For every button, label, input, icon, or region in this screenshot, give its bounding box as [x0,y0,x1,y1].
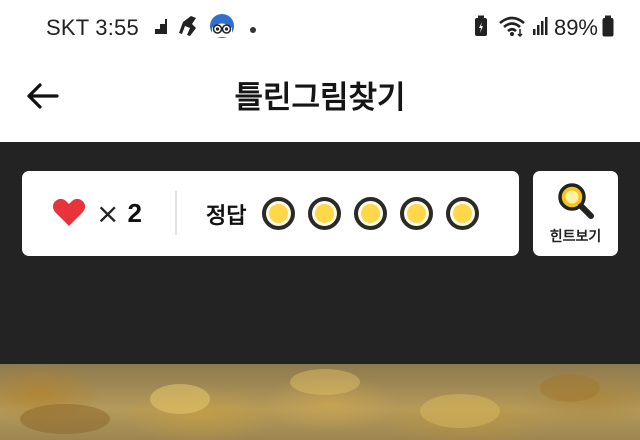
answer-slot [446,197,480,230]
divider [175,191,177,235]
answer-slot [400,197,434,230]
status-left: SKT 3:55 [46,14,257,42]
owl-app-icon [209,13,235,43]
leaf-decoration [420,394,500,428]
heart-icon [52,197,86,231]
magnifier-icon [555,181,597,227]
hint-button[interactable]: 힌트보기 [533,171,618,256]
battery-percent: 89% [553,15,598,40]
battery-icon [602,15,614,41]
stairs-icon [149,17,167,39]
answer-slot [354,197,388,230]
lives-counter: × 2 [52,171,142,256]
leaf-decoration [150,384,210,414]
leaf-decoration [20,404,110,434]
status-carrier-time: SKT 3:55 [46,15,139,40]
status-bar: SKT 3:55 89% [0,0,640,56]
puzzle-image[interactable] [0,364,640,440]
answer-slot [308,197,342,230]
lives-count: 2 [127,198,142,228]
wifi-icon [498,15,526,41]
answer-slot [262,197,296,230]
leaf-decoration [290,369,360,395]
leaf-decoration [540,374,600,402]
dot-icon [249,19,257,38]
runner-icon [177,14,199,42]
score-card: × 2 정답 [22,171,519,256]
answers-label: 정답 [206,203,247,229]
signal-icon [532,16,548,40]
hint-label: 힌트보기 [549,229,602,245]
battery-saver-icon [474,15,488,41]
lives-multiplier: × [96,196,120,230]
game-panel: × 2 정답 힌트보기 [0,142,640,364]
status-right: 89% [464,14,614,42]
page-title: 틀린그림찾기 [234,80,406,116]
app-header: 틀린그림찾기 [0,56,640,142]
answers-progress: 정답 [206,171,480,256]
